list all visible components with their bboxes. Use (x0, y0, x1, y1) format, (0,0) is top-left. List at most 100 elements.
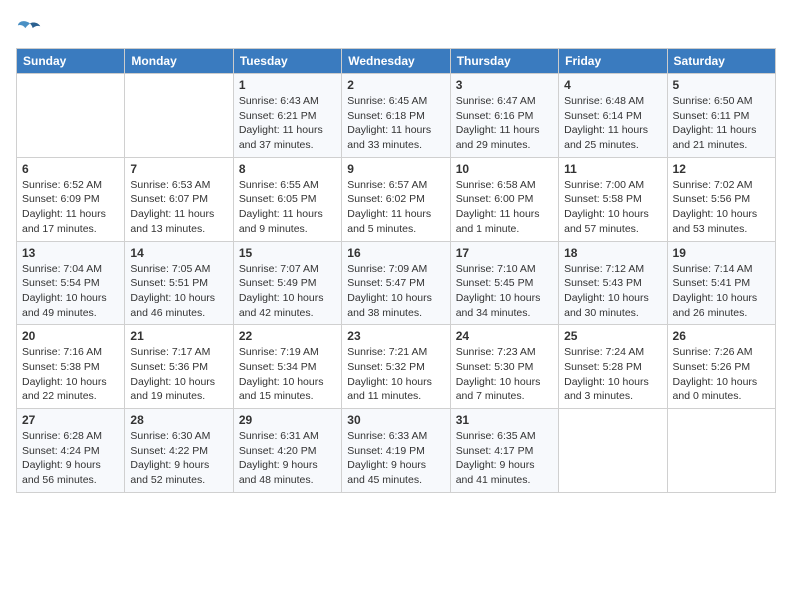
day-info: Sunrise: 6:45 AM Sunset: 6:18 PM Dayligh… (347, 94, 444, 153)
day-info: Sunrise: 6:52 AM Sunset: 6:09 PM Dayligh… (22, 178, 119, 237)
day-cell: 7 Sunrise: 6:53 AM Sunset: 6:07 PM Daylig… (125, 157, 233, 241)
day-number: 20 (22, 329, 119, 343)
day-number: 6 (22, 162, 119, 176)
day-info: Sunrise: 6:58 AM Sunset: 6:00 PM Dayligh… (456, 178, 553, 237)
day-info: Sunrise: 7:00 AM Sunset: 5:58 PM Dayligh… (564, 178, 661, 237)
day-cell: 9 Sunrise: 6:57 AM Sunset: 6:02 PM Daylig… (342, 157, 450, 241)
day-number: 13 (22, 246, 119, 260)
calendar-table: SundayMondayTuesdayWednesdayThursdayFrid… (16, 48, 776, 493)
day-number: 9 (347, 162, 444, 176)
day-cell (559, 409, 667, 493)
day-number: 10 (456, 162, 553, 176)
header-cell-thursday: Thursday (450, 49, 558, 74)
day-cell: 18 Sunrise: 7:12 AM Sunset: 5:43 PM Dayli… (559, 241, 667, 325)
day-info: Sunrise: 7:23 AM Sunset: 5:30 PM Dayligh… (456, 345, 553, 404)
page-header (16, 16, 776, 44)
day-cell: 21 Sunrise: 7:17 AM Sunset: 5:36 PM Dayli… (125, 325, 233, 409)
logo (16, 16, 48, 44)
header-cell-wednesday: Wednesday (342, 49, 450, 74)
day-info: Sunrise: 7:19 AM Sunset: 5:34 PM Dayligh… (239, 345, 336, 404)
day-cell: 20 Sunrise: 7:16 AM Sunset: 5:38 PM Dayli… (17, 325, 125, 409)
day-info: Sunrise: 6:47 AM Sunset: 6:16 PM Dayligh… (456, 94, 553, 153)
day-info: Sunrise: 7:24 AM Sunset: 5:28 PM Dayligh… (564, 345, 661, 404)
day-cell: 12 Sunrise: 7:02 AM Sunset: 5:56 PM Dayli… (667, 157, 775, 241)
day-cell: 16Sunrise: 7:09 AM Sunset: 5:47 PM Dayli… (342, 241, 450, 325)
day-number: 22 (239, 329, 336, 343)
day-number: 24 (456, 329, 553, 343)
day-info: Sunrise: 6:48 AM Sunset: 6:14 PM Dayligh… (564, 94, 661, 153)
day-number: 18 (564, 246, 661, 260)
day-info: Sunrise: 7:21 AM Sunset: 5:32 PM Dayligh… (347, 345, 444, 404)
day-cell: 27 Sunrise: 6:28 AM Sunset: 4:24 PM Dayli… (17, 409, 125, 493)
header-cell-tuesday: Tuesday (233, 49, 341, 74)
day-number: 14 (130, 246, 227, 260)
day-cell: 6 Sunrise: 6:52 AM Sunset: 6:09 PM Daylig… (17, 157, 125, 241)
day-cell: 22 Sunrise: 7:19 AM Sunset: 5:34 PM Dayli… (233, 325, 341, 409)
day-number: 8 (239, 162, 336, 176)
day-info: Sunrise: 7:07 AM Sunset: 5:49 PM Dayligh… (239, 262, 336, 321)
day-cell: 3 Sunrise: 6:47 AM Sunset: 6:16 PM Daylig… (450, 74, 558, 158)
day-cell: 5 Sunrise: 6:50 AM Sunset: 6:11 PM Daylig… (667, 74, 775, 158)
week-row-3: 13 Sunrise: 7:04 AM Sunset: 5:54 PM Dayli… (17, 241, 776, 325)
day-info: Sunrise: 6:35 AM Sunset: 4:17 PM Dayligh… (456, 429, 553, 488)
day-cell: 13 Sunrise: 7:04 AM Sunset: 5:54 PM Dayli… (17, 241, 125, 325)
day-info: Sunrise: 7:10 AM Sunset: 5:45 PM Dayligh… (456, 262, 553, 321)
day-number: 29 (239, 413, 336, 427)
day-cell: 17 Sunrise: 7:10 AM Sunset: 5:45 PM Dayli… (450, 241, 558, 325)
day-number: 31 (456, 413, 553, 427)
day-cell: 1Sunrise: 6:43 AM Sunset: 6:21 PM Daylig… (233, 74, 341, 158)
day-number: 5 (673, 78, 770, 92)
day-info: Sunrise: 7:14 AM Sunset: 5:41 PM Dayligh… (673, 262, 770, 321)
week-row-2: 6 Sunrise: 6:52 AM Sunset: 6:09 PM Daylig… (17, 157, 776, 241)
day-cell: 24 Sunrise: 7:23 AM Sunset: 5:30 PM Dayli… (450, 325, 558, 409)
header-cell-friday: Friday (559, 49, 667, 74)
day-number: 15 (239, 246, 336, 260)
day-cell: 14 Sunrise: 7:05 AM Sunset: 5:51 PM Dayli… (125, 241, 233, 325)
day-cell (17, 74, 125, 158)
day-cell: 31 Sunrise: 6:35 AM Sunset: 4:17 PM Dayli… (450, 409, 558, 493)
day-number: 11 (564, 162, 661, 176)
day-number: 3 (456, 78, 553, 92)
day-cell: 26Sunrise: 7:26 AM Sunset: 5:26 PM Dayli… (667, 325, 775, 409)
day-info: Sunrise: 6:57 AM Sunset: 6:02 PM Dayligh… (347, 178, 444, 237)
header-row: SundayMondayTuesdayWednesdayThursdayFrid… (17, 49, 776, 74)
day-cell: 10 Sunrise: 6:58 AM Sunset: 6:00 PM Dayli… (450, 157, 558, 241)
day-info: Sunrise: 7:05 AM Sunset: 5:51 PM Dayligh… (130, 262, 227, 321)
day-number: 12 (673, 162, 770, 176)
day-info: Sunrise: 7:17 AM Sunset: 5:36 PM Dayligh… (130, 345, 227, 404)
day-info: Sunrise: 6:33 AM Sunset: 4:19 PM Dayligh… (347, 429, 444, 488)
day-number: 7 (130, 162, 227, 176)
day-cell: 19 Sunrise: 7:14 AM Sunset: 5:41 PM Dayli… (667, 241, 775, 325)
day-info: Sunrise: 7:04 AM Sunset: 5:54 PM Dayligh… (22, 262, 119, 321)
day-number: 21 (130, 329, 227, 343)
week-row-4: 20 Sunrise: 7:16 AM Sunset: 5:38 PM Dayli… (17, 325, 776, 409)
day-number: 17 (456, 246, 553, 260)
day-number: 23 (347, 329, 444, 343)
day-number: 30 (347, 413, 444, 427)
week-row-5: 27 Sunrise: 6:28 AM Sunset: 4:24 PM Dayli… (17, 409, 776, 493)
day-number: 28 (130, 413, 227, 427)
day-cell: 11 Sunrise: 7:00 AM Sunset: 5:58 PM Dayli… (559, 157, 667, 241)
day-info: Sunrise: 7:16 AM Sunset: 5:38 PM Dayligh… (22, 345, 119, 404)
day-info: Sunrise: 6:28 AM Sunset: 4:24 PM Dayligh… (22, 429, 119, 488)
header-cell-saturday: Saturday (667, 49, 775, 74)
day-info: Sunrise: 7:02 AM Sunset: 5:56 PM Dayligh… (673, 178, 770, 237)
day-number: 25 (564, 329, 661, 343)
day-number: 27 (22, 413, 119, 427)
logo-icon (16, 16, 44, 44)
day-cell: 25 Sunrise: 7:24 AM Sunset: 5:28 PM Dayli… (559, 325, 667, 409)
day-info: Sunrise: 7:09 AM Sunset: 5:47 PM Dayligh… (347, 262, 444, 321)
day-cell (125, 74, 233, 158)
day-info: Sunrise: 6:30 AM Sunset: 4:22 PM Dayligh… (130, 429, 227, 488)
day-info: Sunrise: 7:12 AM Sunset: 5:43 PM Dayligh… (564, 262, 661, 321)
day-info: Sunrise: 6:55 AM Sunset: 6:05 PM Dayligh… (239, 178, 336, 237)
day-info: Sunrise: 6:50 AM Sunset: 6:11 PM Dayligh… (673, 94, 770, 153)
day-info: Sunrise: 6:31 AM Sunset: 4:20 PM Dayligh… (239, 429, 336, 488)
day-number: 19 (673, 246, 770, 260)
week-row-1: 1Sunrise: 6:43 AM Sunset: 6:21 PM Daylig… (17, 74, 776, 158)
day-info: Sunrise: 6:53 AM Sunset: 6:07 PM Dayligh… (130, 178, 227, 237)
day-info: Sunrise: 6:43 AM Sunset: 6:21 PM Dayligh… (239, 94, 336, 153)
day-cell: 23 Sunrise: 7:21 AM Sunset: 5:32 PM Dayli… (342, 325, 450, 409)
day-number: 4 (564, 78, 661, 92)
header-cell-sunday: Sunday (17, 49, 125, 74)
